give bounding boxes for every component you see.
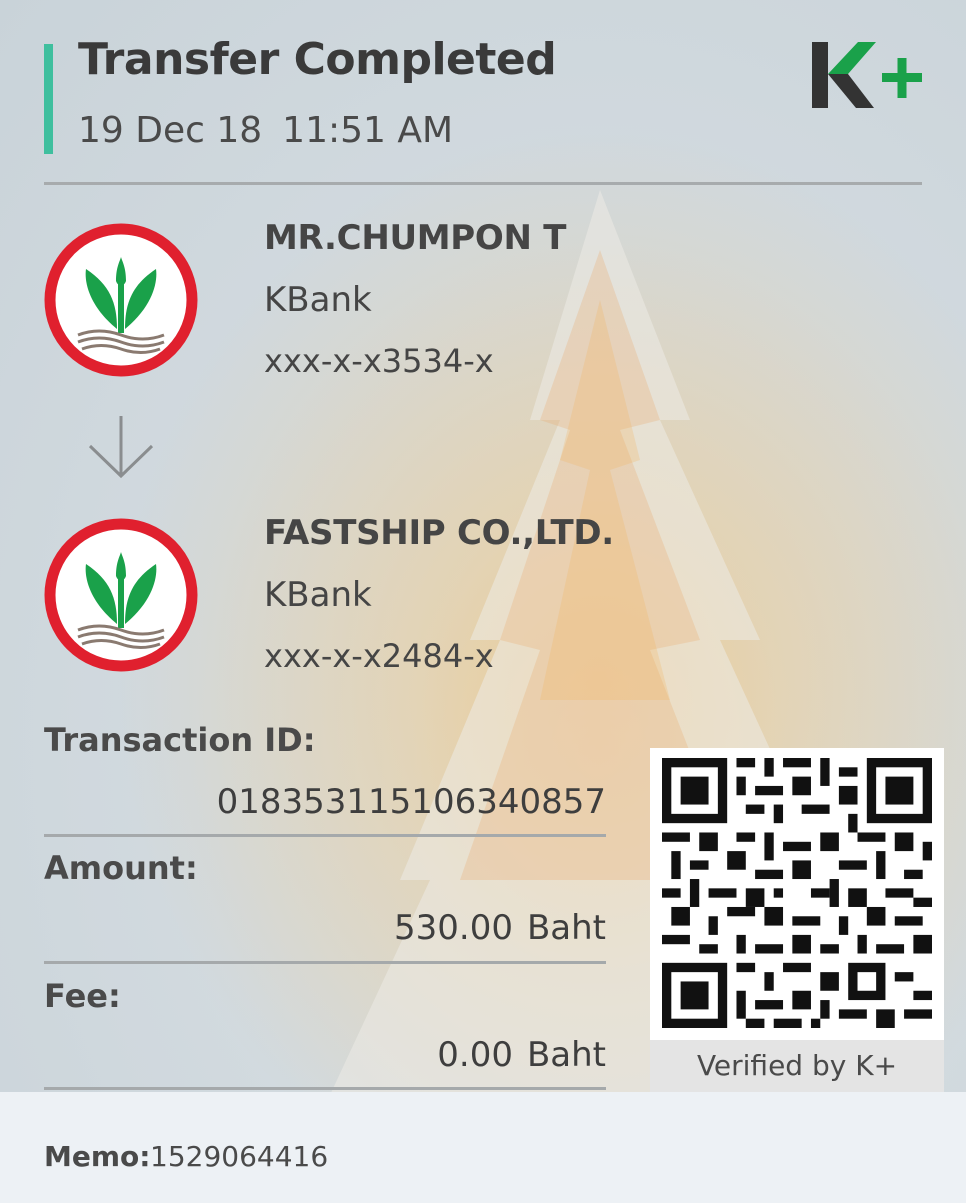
kplus-logo-icon <box>812 42 922 108</box>
page-title: Transfer Completed <box>78 34 557 85</box>
transaction-id-divider <box>44 834 606 837</box>
qr-verified-caption: Verified by K+ <box>650 1040 944 1092</box>
header-accent-bar <box>44 44 53 154</box>
amount-divider <box>44 961 606 964</box>
receiver-info: FASTSHIP CO.,LTD. KBank xxx-x-x2484-x <box>264 516 614 673</box>
qr-code-panel <box>650 748 944 1040</box>
fee-value: 0.00 Baht <box>44 1035 606 1075</box>
receiver-name: FASTSHIP CO.,LTD. <box>264 513 614 553</box>
sender-kbank-logo-icon <box>44 223 198 377</box>
fee-divider <box>44 1087 606 1090</box>
memo-value: 1529064416 <box>150 1140 329 1173</box>
transfer-time: 11:51 AM <box>282 110 454 151</box>
fee-label: Fee: <box>44 977 121 1015</box>
transfer-date: 19 Dec 18 <box>78 110 263 151</box>
amount-unit: Baht <box>526 908 606 948</box>
receiver-account: xxx-x-x2484-x <box>264 637 494 675</box>
amount-value: 530.00 Baht <box>44 908 606 948</box>
receiver-kbank-logo-icon <box>44 518 198 672</box>
sender-bank: KBank <box>264 280 372 320</box>
amount-number: 530.00 <box>393 908 513 948</box>
header-divider <box>44 182 922 185</box>
sender-account: xxx-x-x3534-x <box>264 342 494 380</box>
receiver-bank: KBank <box>264 575 372 615</box>
amount-label: Amount: <box>44 849 198 887</box>
arrow-down-icon <box>88 416 154 479</box>
transaction-id-value: 018353115106340857 <box>216 782 606 822</box>
qr-code-icon <box>662 758 932 1028</box>
sender-info: MR.CHUMPON T KBank xxx-x-x3534-x <box>264 221 566 378</box>
memo-label: Memo: <box>44 1140 151 1173</box>
transfer-datetime: 19 Dec 18 11:51 AM <box>78 110 473 151</box>
fee-unit: Baht <box>526 1035 606 1075</box>
sender-name: MR.CHUMPON T <box>264 218 567 258</box>
transaction-id-label: Transaction ID: <box>44 721 316 759</box>
fee-number: 0.00 <box>437 1035 513 1075</box>
